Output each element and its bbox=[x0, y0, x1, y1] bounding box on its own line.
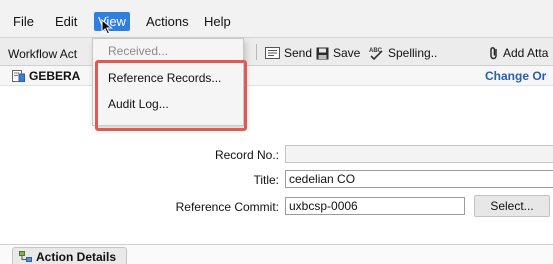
add-attachment-button[interactable]: Add Atta bbox=[489, 44, 548, 62]
menu-help[interactable]: Help bbox=[204, 14, 231, 29]
workflow-icon bbox=[19, 251, 32, 262]
spelling-icon: ABC bbox=[368, 46, 384, 60]
menu-edit[interactable]: Edit bbox=[55, 14, 77, 29]
send-icon bbox=[265, 47, 280, 59]
record-title-label: GEBERA bbox=[29, 69, 81, 83]
mouse-cursor-icon bbox=[101, 19, 113, 35]
workflow-actions-label[interactable]: Workflow Act bbox=[8, 47, 77, 61]
record-no-field[interactable] bbox=[285, 145, 553, 163]
highlight-annotation bbox=[95, 60, 247, 131]
toolbar: Workflow Act Send Save ABC Spelling.. Ad… bbox=[0, 38, 553, 66]
tab-action-details-label: Action Details bbox=[36, 249, 117, 264]
spelling-button[interactable]: ABC Spelling.. bbox=[368, 44, 437, 62]
save-icon bbox=[316, 47, 329, 60]
tab-action-details[interactable]: Action Details bbox=[12, 247, 128, 264]
title-label: Title: bbox=[253, 173, 279, 187]
spelling-label: Spelling.. bbox=[388, 46, 438, 60]
reference-commit-label: Reference Commit: bbox=[175, 200, 279, 214]
record-title: GEBERA bbox=[12, 69, 80, 83]
menu-item-received[interactable]: Received... bbox=[108, 44, 168, 58]
record-header: GEBERA Change Or bbox=[0, 66, 553, 86]
tab-bar: Action Details bbox=[0, 244, 553, 264]
select-button[interactable]: Select... bbox=[474, 195, 550, 217]
menu-bar: File Edit View Actions Help bbox=[0, 0, 553, 38]
change-owner-link[interactable]: Change Or bbox=[485, 69, 546, 83]
title-field[interactable]: cedelian CO bbox=[285, 170, 553, 188]
menu-file[interactable]: File bbox=[13, 14, 34, 29]
save-label: Save bbox=[333, 46, 361, 60]
save-button[interactable]: Save bbox=[316, 44, 360, 62]
send-label: Send bbox=[284, 46, 313, 60]
add-attachment-label: Add Atta bbox=[503, 46, 549, 60]
toolbar-separator bbox=[256, 44, 257, 60]
menu-actions[interactable]: Actions bbox=[146, 14, 189, 29]
paperclip-icon bbox=[489, 46, 499, 60]
record-no-label: Record No.: bbox=[214, 148, 279, 162]
reference-commit-field[interactable]: uxbcsp-0006 bbox=[285, 197, 465, 215]
send-button[interactable]: Send bbox=[265, 44, 312, 62]
document-icon bbox=[12, 70, 25, 82]
